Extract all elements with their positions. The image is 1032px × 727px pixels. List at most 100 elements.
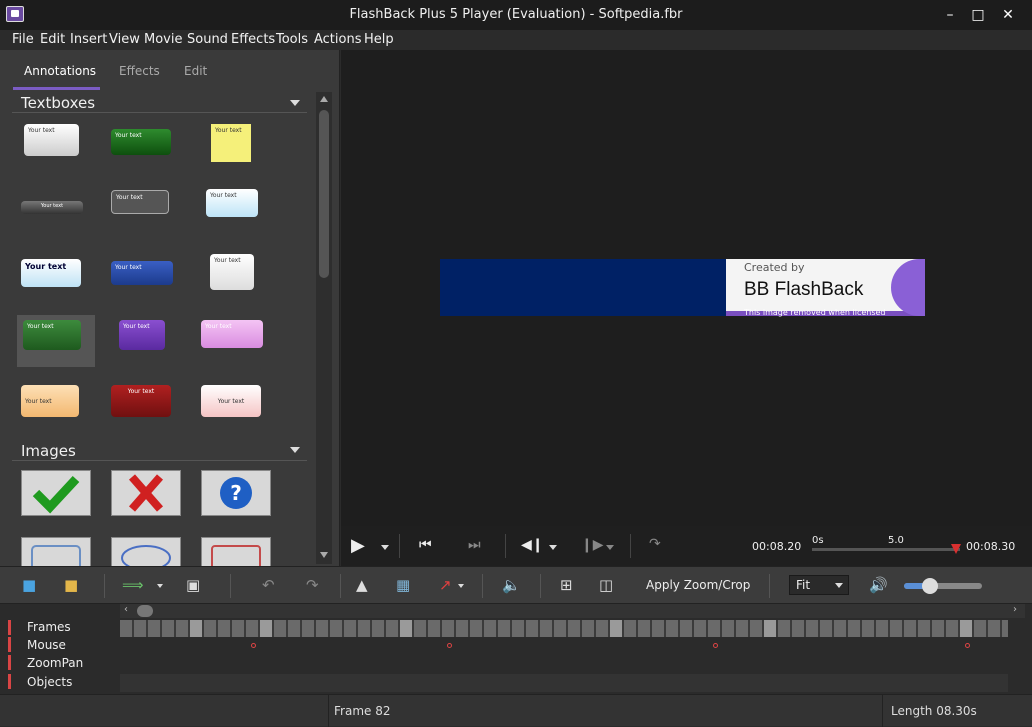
divider bbox=[882, 695, 883, 727]
textbox-style-15[interactable]: Your text bbox=[197, 380, 275, 432]
textbox-style-13[interactable]: Your text bbox=[17, 380, 95, 432]
mouse-click-marker[interactable] bbox=[251, 643, 256, 648]
mouse-click-marker[interactable] bbox=[447, 643, 452, 648]
menu-bar: File Edit Insert View Movie Sound Effect… bbox=[0, 30, 1032, 50]
objects-track[interactable] bbox=[120, 674, 1008, 692]
textbox-style-6[interactable]: Your text bbox=[197, 185, 275, 237]
keyframe[interactable] bbox=[260, 620, 272, 637]
zoom-crop-icon[interactable]: ◫ bbox=[599, 576, 613, 594]
insert-arrow-icon[interactable]: ↗ bbox=[439, 576, 452, 594]
play-options-chevron-icon[interactable] bbox=[381, 545, 389, 550]
menu-effects[interactable]: Effects bbox=[231, 32, 275, 47]
crop-icon[interactable]: ⊞ bbox=[560, 576, 573, 594]
textbox-style-12[interactable]: Your text bbox=[197, 315, 275, 367]
keyframe[interactable] bbox=[190, 620, 202, 637]
skip-to-start-icon[interactable]: ⏮ bbox=[419, 537, 432, 553]
apply-zoom-crop-button[interactable]: Apply Zoom/Crop bbox=[646, 578, 750, 592]
collapse-images-icon[interactable] bbox=[290, 447, 300, 453]
share-icon[interactable]: ⟹ bbox=[122, 576, 144, 594]
redo-icon[interactable]: ↷ bbox=[306, 576, 319, 594]
keyframe[interactable] bbox=[764, 620, 776, 637]
image-shape-red[interactable] bbox=[201, 537, 271, 571]
frames-track[interactable] bbox=[120, 620, 1008, 637]
maximize-button[interactable]: □ bbox=[964, 4, 992, 26]
minimize-button[interactable]: – bbox=[936, 4, 964, 26]
share-options-chevron-icon[interactable] bbox=[157, 584, 163, 588]
menu-actions[interactable]: Actions bbox=[314, 32, 362, 47]
textbox-style-11[interactable]: Your text bbox=[107, 315, 185, 367]
play-icon[interactable]: ▶ bbox=[351, 535, 365, 556]
save-icon[interactable]: ■ bbox=[22, 576, 36, 594]
menu-sound[interactable]: Sound bbox=[187, 32, 228, 47]
textbox-style-4[interactable]: Your text bbox=[17, 185, 95, 237]
volume-slider[interactable] bbox=[904, 578, 982, 594]
textbox-style-8[interactable]: Your text bbox=[107, 250, 185, 302]
image-cross[interactable] bbox=[111, 470, 181, 516]
scroll-left-icon[interactable]: ‹ bbox=[124, 604, 128, 615]
textbox-style-14[interactable]: Your text bbox=[107, 380, 185, 432]
menu-help[interactable]: Help bbox=[364, 32, 394, 47]
ruler-mid-label: 5.0 bbox=[888, 535, 904, 546]
textbox-style-10[interactable]: Your text bbox=[17, 315, 95, 367]
scrollbar-thumb[interactable] bbox=[319, 110, 329, 278]
volume-icon[interactable]: 🔊 bbox=[869, 576, 888, 594]
tab-annotations[interactable]: Annotations bbox=[24, 64, 96, 78]
divider bbox=[630, 534, 631, 558]
previous-frame-icon[interactable]: ◀❙ bbox=[521, 537, 544, 553]
textbox-preview: Your text bbox=[111, 129, 171, 155]
keyframe[interactable] bbox=[400, 620, 412, 637]
next-frame-icon[interactable]: ❙▶ bbox=[581, 537, 604, 553]
panel-scrollbar[interactable] bbox=[316, 92, 332, 564]
edit-toolbar: ■ ■ ⟹ ▣ ↶ ↷ ▲ ▦ ↗ 🔈 ⊞ ◫ Apply Zoom/Crop … bbox=[0, 566, 1032, 604]
textbox-preview: Your text bbox=[210, 254, 254, 290]
open-folder-icon[interactable]: ■ bbox=[64, 576, 78, 594]
tab-edit[interactable]: Edit bbox=[184, 64, 207, 78]
timeline-scrollbar[interactable]: ‹ › bbox=[120, 604, 1025, 618]
next-options-chevron-icon[interactable] bbox=[606, 545, 614, 550]
collapse-textboxes-icon[interactable] bbox=[290, 100, 300, 106]
arrow-options-chevron-icon[interactable] bbox=[458, 584, 464, 588]
menu-file[interactable]: File bbox=[12, 32, 34, 47]
textbox-style-1[interactable]: Your text bbox=[17, 120, 95, 172]
image-check-mark[interactable] bbox=[21, 470, 91, 516]
skip-to-end-icon[interactable]: ⏭ bbox=[468, 537, 481, 553]
timeline-scroll-thumb[interactable] bbox=[137, 605, 153, 617]
textbox-style-5[interactable]: Your text bbox=[107, 185, 185, 237]
redo-jump-icon[interactable]: ↷ bbox=[649, 536, 661, 552]
mouse-click-marker[interactable] bbox=[713, 643, 718, 648]
image-shape-blue-2[interactable] bbox=[111, 537, 181, 571]
keyframe[interactable] bbox=[960, 620, 972, 637]
keyframe[interactable] bbox=[610, 620, 622, 637]
window-title: FlashBack Plus 5 Player (Evaluation) - S… bbox=[349, 7, 683, 22]
textbox-style-3[interactable]: Your text bbox=[197, 120, 275, 172]
textbox-style-7[interactable]: Your text bbox=[17, 250, 95, 302]
close-button[interactable]: ✕ bbox=[994, 4, 1022, 26]
time-ruler[interactable] bbox=[812, 548, 960, 551]
scroll-down-icon[interactable] bbox=[320, 552, 328, 558]
volume-knob[interactable] bbox=[922, 578, 938, 594]
textbox-preview: Your text bbox=[21, 201, 83, 214]
textbox-style-9[interactable]: Your text bbox=[197, 250, 275, 302]
section-textboxes-heading: Textboxes bbox=[21, 94, 96, 112]
export-movie-icon[interactable]: ▣ bbox=[186, 576, 200, 594]
add-sound-icon[interactable]: 🔈 bbox=[502, 576, 521, 594]
insert-image-icon[interactable]: ▦ bbox=[396, 576, 410, 594]
tab-effects[interactable]: Effects bbox=[119, 64, 160, 78]
menu-insert[interactable]: Insert bbox=[70, 32, 107, 47]
undo-icon[interactable]: ↶ bbox=[262, 576, 275, 594]
scroll-up-icon[interactable] bbox=[320, 96, 328, 102]
menu-edit[interactable]: Edit bbox=[40, 32, 65, 47]
logo-fan-icon bbox=[891, 259, 925, 316]
previous-options-chevron-icon[interactable] bbox=[549, 545, 557, 550]
mouse-click-marker[interactable] bbox=[965, 643, 970, 648]
zoom-select[interactable]: Fit bbox=[789, 575, 849, 595]
image-question[interactable]: ? bbox=[201, 470, 271, 516]
textbox-style-2[interactable]: Your text bbox=[107, 120, 185, 172]
scroll-right-icon[interactable]: › bbox=[1013, 604, 1017, 615]
image-shape-blue[interactable] bbox=[21, 537, 91, 571]
menu-movie[interactable]: Movie bbox=[144, 32, 182, 47]
textbox-preview: Your text bbox=[119, 320, 165, 350]
menu-view[interactable]: View bbox=[109, 32, 140, 47]
insert-text-icon[interactable]: ▲ bbox=[356, 576, 368, 594]
menu-tools[interactable]: Tools bbox=[276, 32, 308, 47]
